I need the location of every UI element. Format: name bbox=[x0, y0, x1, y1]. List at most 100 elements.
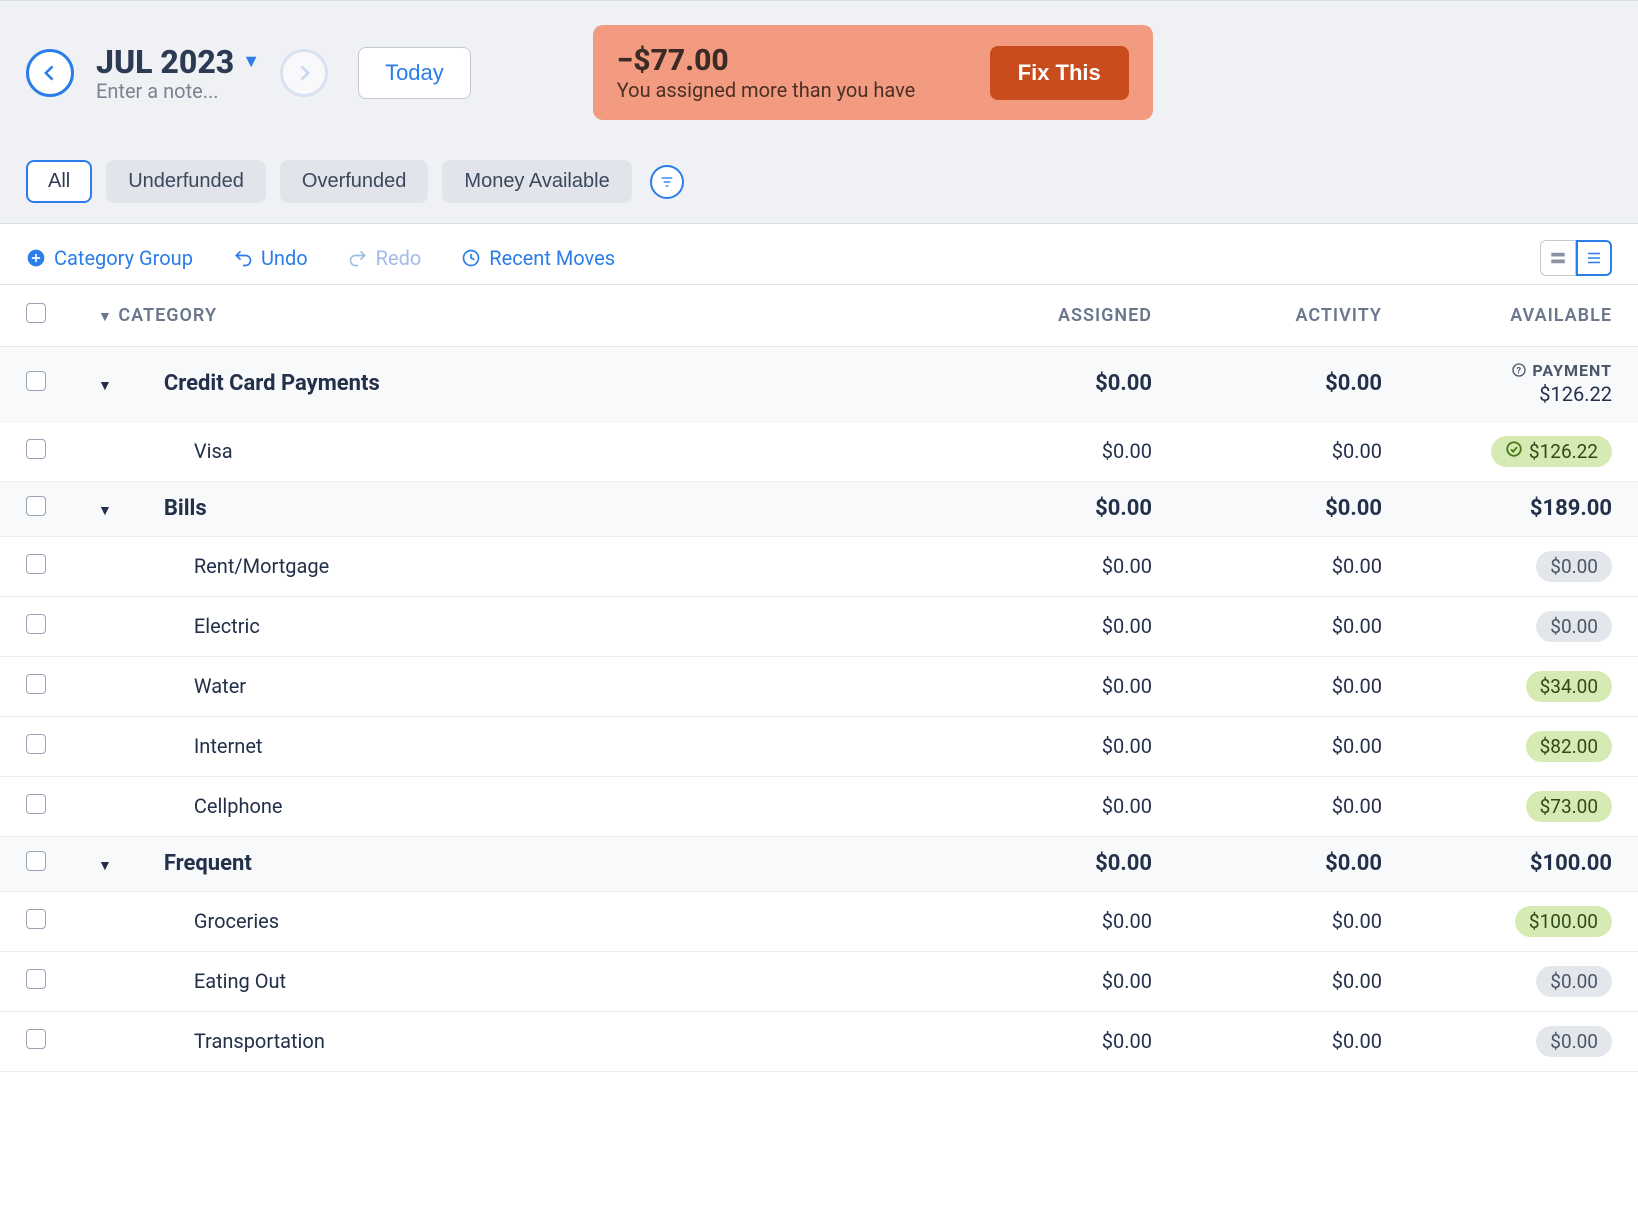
group-name: Frequent bbox=[164, 851, 252, 876]
group-activity: $0.00 bbox=[1178, 347, 1408, 422]
group-activity: $0.00 bbox=[1178, 836, 1408, 891]
category-group-row[interactable]: ▼ Credit Card Payments $0.00 $0.00 ? PAY… bbox=[0, 347, 1638, 422]
available-pill[interactable]: $126.22 bbox=[1491, 436, 1612, 467]
row-assigned[interactable]: $0.00 bbox=[948, 656, 1178, 716]
group-checkbox[interactable] bbox=[26, 851, 46, 871]
group-available: $100.00 bbox=[1408, 836, 1638, 891]
group-collapse-icon[interactable]: ▼ bbox=[98, 503, 112, 519]
today-button[interactable]: Today bbox=[358, 47, 471, 99]
recent-moves-button[interactable]: Recent Moves bbox=[461, 246, 615, 270]
help-icon[interactable]: ? bbox=[1511, 362, 1527, 382]
category-name: Cellphone bbox=[164, 794, 283, 818]
row-assigned[interactable]: $0.00 bbox=[948, 716, 1178, 776]
row-assigned[interactable]: $0.00 bbox=[948, 951, 1178, 1011]
row-checkbox[interactable] bbox=[26, 554, 46, 574]
row-checkbox[interactable] bbox=[26, 439, 46, 459]
month-label: JUL 2023 bbox=[96, 43, 234, 81]
row-assigned[interactable]: $0.00 bbox=[948, 776, 1178, 836]
category-row[interactable]: Eating Out $0.00 $0.00 $0.00 bbox=[0, 951, 1638, 1011]
view-compact-button[interactable] bbox=[1540, 240, 1576, 276]
undo-label: Undo bbox=[261, 246, 308, 270]
available-amount: $0.00 bbox=[1550, 1030, 1598, 1053]
category-row[interactable]: Groceries $0.00 $0.00 $100.00 bbox=[0, 891, 1638, 951]
available-amount: $82.00 bbox=[1540, 735, 1598, 758]
category-name: Internet bbox=[164, 734, 263, 758]
category-row[interactable]: Visa $0.00 $0.00 $126.22 bbox=[0, 421, 1638, 481]
category-group-row[interactable]: ▼ Frequent $0.00 $0.00 $100.00 bbox=[0, 836, 1638, 891]
row-checkbox[interactable] bbox=[26, 909, 46, 929]
row-assigned[interactable]: $0.00 bbox=[948, 891, 1178, 951]
row-activity: $0.00 bbox=[1178, 536, 1408, 596]
available-pill[interactable]: $0.00 bbox=[1536, 966, 1612, 997]
redo-icon bbox=[348, 248, 368, 268]
plus-circle-icon bbox=[26, 248, 46, 268]
group-name: Credit Card Payments bbox=[164, 371, 380, 396]
available-amount: $126.22 bbox=[1529, 440, 1598, 463]
available-pill[interactable]: $0.00 bbox=[1536, 551, 1612, 582]
category-row[interactable]: Electric $0.00 $0.00 $0.00 bbox=[0, 596, 1638, 656]
available-pill[interactable]: $0.00 bbox=[1536, 1026, 1612, 1057]
category-row[interactable]: Transportation $0.00 $0.00 $0.00 bbox=[0, 1011, 1638, 1071]
select-all-checkbox[interactable] bbox=[26, 303, 46, 323]
alert-message: You assigned more than you have bbox=[617, 78, 915, 102]
col-activity: ACTIVITY bbox=[1178, 285, 1408, 347]
group-collapse-icon[interactable]: ▼ bbox=[98, 378, 112, 394]
row-checkbox[interactable] bbox=[26, 614, 46, 634]
category-row[interactable]: Internet $0.00 $0.00 $82.00 bbox=[0, 716, 1638, 776]
available-pill[interactable]: $34.00 bbox=[1526, 671, 1612, 702]
row-checkbox[interactable] bbox=[26, 674, 46, 694]
row-activity: $0.00 bbox=[1178, 656, 1408, 716]
collapse-all-icon[interactable]: ▼ bbox=[98, 309, 113, 325]
row-assigned[interactable]: $0.00 bbox=[948, 596, 1178, 656]
filter-all[interactable]: All bbox=[26, 160, 92, 203]
undo-button[interactable]: Undo bbox=[233, 246, 308, 270]
row-assigned[interactable]: $0.00 bbox=[948, 1011, 1178, 1071]
category-name: Groceries bbox=[164, 909, 279, 933]
category-row[interactable]: Rent/Mortgage $0.00 $0.00 $0.00 bbox=[0, 536, 1638, 596]
available-pill[interactable]: $73.00 bbox=[1526, 791, 1612, 822]
category-name: Visa bbox=[164, 439, 233, 463]
redo-button[interactable]: Redo bbox=[348, 246, 422, 270]
budget-table: ▼ CATEGORY ASSIGNED ACTIVITY AVAILABLE ▼… bbox=[0, 285, 1638, 1072]
group-name: Bills bbox=[164, 496, 207, 521]
group-collapse-icon[interactable]: ▼ bbox=[98, 858, 112, 874]
row-activity: $0.00 bbox=[1178, 596, 1408, 656]
col-category: ▼ CATEGORY bbox=[72, 285, 948, 347]
available-pill[interactable]: $0.00 bbox=[1536, 611, 1612, 642]
row-checkbox[interactable] bbox=[26, 969, 46, 989]
alert-amount: −$77.00 bbox=[617, 43, 915, 78]
filter-overfunded[interactable]: Overfunded bbox=[280, 160, 429, 203]
note-input[interactable]: Enter a note... bbox=[96, 79, 260, 103]
history-icon bbox=[461, 248, 481, 268]
check-circle-icon bbox=[1505, 440, 1523, 463]
view-list-button[interactable] bbox=[1576, 240, 1612, 276]
add-category-group-button[interactable]: Category Group bbox=[26, 246, 193, 270]
category-row[interactable]: Cellphone $0.00 $0.00 $73.00 bbox=[0, 776, 1638, 836]
row-activity: $0.00 bbox=[1178, 776, 1408, 836]
row-checkbox[interactable] bbox=[26, 734, 46, 754]
row-assigned[interactable]: $0.00 bbox=[948, 536, 1178, 596]
col-category-label: CATEGORY bbox=[118, 305, 217, 326]
svg-text:?: ? bbox=[1517, 365, 1522, 376]
fix-this-button[interactable]: Fix This bbox=[990, 46, 1129, 100]
category-row[interactable]: Water $0.00 $0.00 $34.00 bbox=[0, 656, 1638, 716]
next-month-button[interactable] bbox=[280, 49, 328, 97]
row-assigned[interactable]: $0.00 bbox=[948, 421, 1178, 481]
overspent-alert: −$77.00 You assigned more than you have … bbox=[593, 25, 1153, 120]
row-checkbox[interactable] bbox=[26, 794, 46, 814]
available-pill[interactable]: $100.00 bbox=[1515, 906, 1612, 937]
category-name: Eating Out bbox=[164, 969, 286, 993]
filter-money-available[interactable]: Money Available bbox=[442, 160, 631, 203]
group-checkbox[interactable] bbox=[26, 496, 46, 516]
group-checkbox[interactable] bbox=[26, 371, 46, 391]
view-mode-toggle bbox=[1540, 240, 1612, 276]
budget-header: JUL 2023 ▼ Enter a note... Today −$77.00… bbox=[0, 0, 1638, 224]
filter-settings-button[interactable] bbox=[650, 165, 684, 199]
prev-month-button[interactable] bbox=[26, 49, 74, 97]
table-header-row: ▼ CATEGORY ASSIGNED ACTIVITY AVAILABLE bbox=[0, 285, 1638, 347]
row-checkbox[interactable] bbox=[26, 1029, 46, 1049]
category-group-row[interactable]: ▼ Bills $0.00 $0.00 $189.00 bbox=[0, 481, 1638, 536]
filter-underfunded[interactable]: Underfunded bbox=[106, 160, 266, 203]
available-pill[interactable]: $82.00 bbox=[1526, 731, 1612, 762]
month-selector[interactable]: JUL 2023 ▼ Enter a note... bbox=[96, 43, 260, 103]
